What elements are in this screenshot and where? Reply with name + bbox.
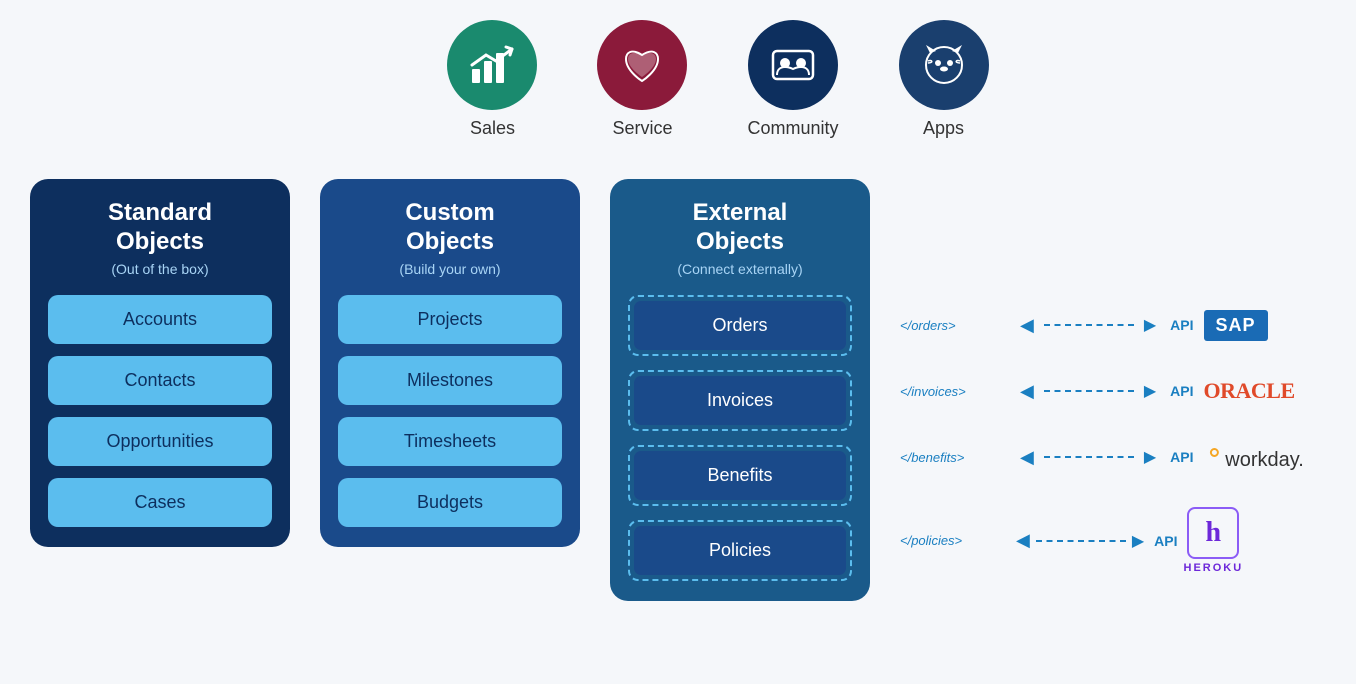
- service-icon-item: Service: [597, 20, 687, 139]
- benefits-arrow-right: ▶: [1144, 447, 1156, 467]
- benefits-arrow-left: ◀: [1020, 447, 1034, 468]
- custom-objects-title: CustomObjects: [338, 199, 562, 257]
- api-row-invoices: </invoices> ◀ ▶ API ORACLE: [900, 365, 1326, 417]
- external-benefits-dashed: Benefits: [628, 445, 852, 506]
- standard-item-accounts: Accounts: [48, 295, 272, 344]
- policies-dashed-line: [1036, 540, 1126, 542]
- invoices-arrow-left: ◀: [1020, 381, 1034, 402]
- policies-arrow-left: ◀: [1016, 530, 1030, 551]
- heroku-text: HEROKU: [1184, 562, 1244, 574]
- orders-dashed-line: [1044, 324, 1134, 326]
- custom-item-milestones: Milestones: [338, 356, 562, 405]
- external-objects-column: ExternalObjects (Connect externally) Ord…: [610, 179, 870, 601]
- community-icon-circle: [748, 20, 838, 110]
- community-icon-item: Community: [747, 20, 838, 139]
- benefits-tag: </benefits>: [900, 450, 1010, 465]
- invoices-dashed-line: [1044, 390, 1134, 392]
- external-policies-dashed: Policies: [628, 520, 852, 581]
- api-row-policies: </policies> ◀ ▶ API h HEROKU: [900, 497, 1326, 574]
- custom-objects-column: CustomObjects (Build your own) Projects …: [320, 179, 580, 547]
- standard-item-opportunities: Opportunities: [48, 417, 272, 466]
- community-label: Community: [747, 118, 838, 139]
- external-item-invoices-wrapper: Invoices: [628, 370, 852, 431]
- benefits-api-badge: API: [1170, 449, 1193, 465]
- orders-arrow-left: ◀: [1020, 315, 1034, 336]
- invoices-arrow-right: ▶: [1144, 381, 1156, 401]
- service-label: Service: [612, 118, 672, 139]
- external-orders-dashed: Orders: [628, 295, 852, 356]
- community-icon: [769, 41, 817, 89]
- policies-arrow-right: ▶: [1132, 531, 1144, 551]
- policies-tag: </policies>: [900, 533, 1010, 548]
- custom-item-projects: Projects: [338, 295, 562, 344]
- sap-logo: SAP: [1204, 310, 1268, 341]
- sales-icon-circle: [447, 20, 537, 110]
- external-item-orders: Orders: [634, 301, 846, 350]
- apps-icon-circle: [899, 20, 989, 110]
- heroku-logo-wrapper: h HEROKU: [1184, 507, 1244, 574]
- service-icon: [618, 41, 666, 89]
- external-item-policies: Policies: [634, 526, 846, 575]
- external-objects-title: ExternalObjects: [628, 199, 852, 257]
- external-invoices-dashed: Invoices: [628, 370, 852, 431]
- sales-icon: [468, 41, 516, 89]
- top-icons-section: Sales Service Community: [30, 20, 1326, 139]
- standard-objects-column: StandardObjects (Out of the box) Account…: [30, 179, 290, 547]
- external-item-benefits-wrapper: Benefits: [628, 445, 852, 506]
- custom-item-budgets: Budgets: [338, 478, 562, 527]
- external-item-invoices: Invoices: [634, 376, 846, 425]
- standard-objects-subtitle: (Out of the box): [48, 261, 272, 277]
- policies-api-badge: API: [1154, 533, 1177, 549]
- external-item-policies-wrapper: Policies: [628, 520, 852, 581]
- policies-line-group: </policies> ◀ ▶ API h HEROKU: [900, 497, 1243, 574]
- api-row-benefits: </benefits> ◀ ▶ API ⚬workday.: [900, 431, 1326, 483]
- apps-icon: [920, 41, 968, 89]
- apps-label: Apps: [923, 118, 964, 139]
- invoices-tag: </invoices>: [900, 384, 1010, 399]
- standard-item-cases: Cases: [48, 478, 272, 527]
- benefits-dashed-line: [1044, 456, 1134, 458]
- sales-label: Sales: [470, 118, 515, 139]
- workday-logo: ⚬workday.: [1204, 442, 1304, 473]
- oracle-logo: ORACLE: [1204, 378, 1295, 404]
- main-content: StandardObjects (Out of the box) Account…: [30, 179, 1326, 601]
- heroku-h-letter: h: [1206, 517, 1222, 549]
- heroku-logo-box: h: [1187, 507, 1239, 559]
- invoices-api-badge: API: [1170, 383, 1193, 399]
- api-row-orders: </orders> ◀ ▶ API SAP: [900, 299, 1326, 351]
- apps-icon-item: Apps: [899, 20, 989, 139]
- orders-arrow-right: ▶: [1144, 315, 1156, 335]
- api-connections-section: </orders> ◀ ▶ API SAP </invoices> ◀ ▶ AP…: [900, 179, 1326, 574]
- orders-tag: </orders>: [900, 318, 1010, 333]
- external-objects-subtitle: (Connect externally): [628, 261, 852, 277]
- custom-objects-subtitle: (Build your own): [338, 261, 562, 277]
- service-icon-circle: [597, 20, 687, 110]
- standard-objects-title: StandardObjects: [48, 199, 272, 257]
- external-item-orders-wrapper: Orders: [628, 295, 852, 356]
- external-item-benefits: Benefits: [634, 451, 846, 500]
- orders-api-badge: API: [1170, 317, 1193, 333]
- policies-api-group: </policies> ◀ ▶ API h HEROKU: [900, 497, 1243, 574]
- sales-icon-item: Sales: [447, 20, 537, 139]
- custom-item-timesheets: Timesheets: [338, 417, 562, 466]
- standard-item-contacts: Contacts: [48, 356, 272, 405]
